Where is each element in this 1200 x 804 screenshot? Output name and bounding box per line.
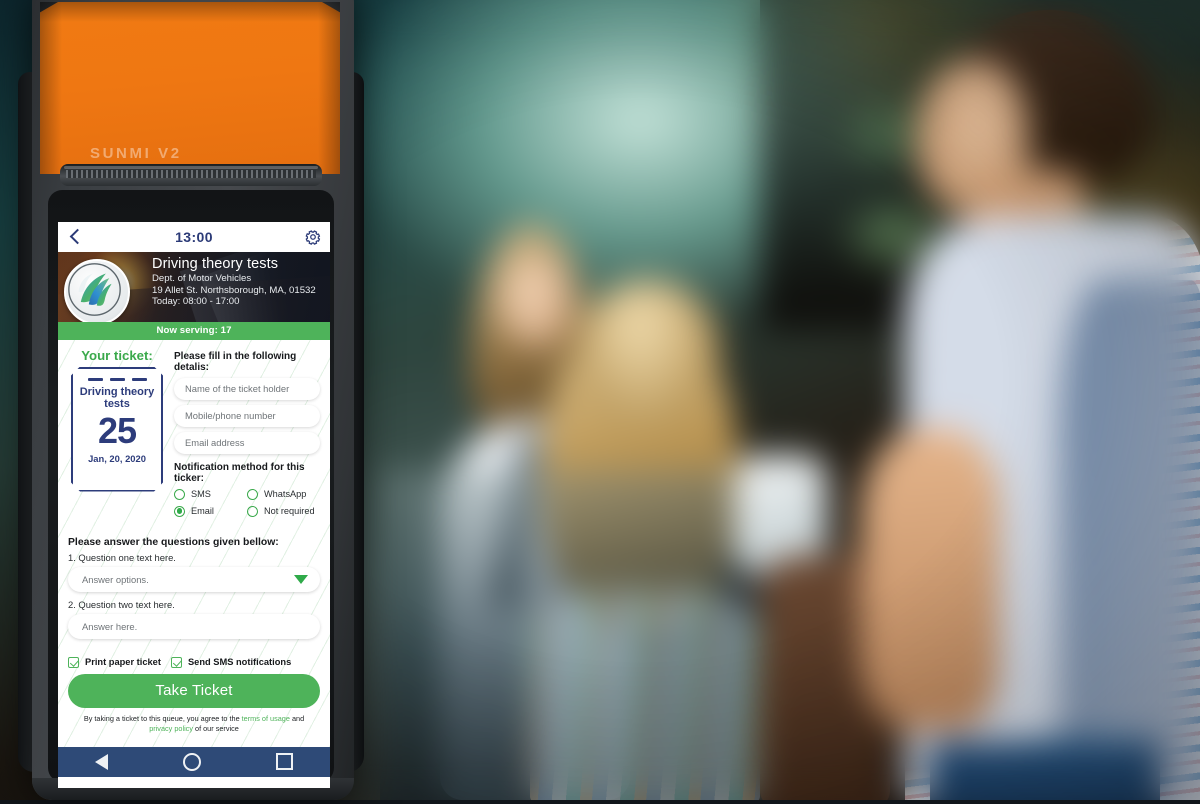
- ticket-date: Jan, 20, 2020: [88, 453, 146, 465]
- venue-department: Dept. of Motor Vehicles: [152, 273, 252, 284]
- holder-name-input[interactable]: Name of the ticket holder: [174, 377, 320, 400]
- options-checkbox-row: Print paper ticket Send SMS notification…: [68, 656, 320, 668]
- terms-text: By taking a ticket to this queue, you ag…: [68, 714, 320, 735]
- paper-cutter-teeth-icon: [66, 170, 316, 178]
- ticket-card: Driving theory tests 25 Jan, 20, 2020: [71, 366, 163, 492]
- email-input[interactable]: Email address: [174, 431, 320, 454]
- checkbox-send-sms-notifications[interactable]: Send SMS notifications: [170, 656, 292, 668]
- radio-option-sms[interactable]: SMS: [174, 488, 247, 500]
- device-screen: 13:00 Driving theory tests Dept. of Moto…: [58, 222, 330, 788]
- globe-swirl-logo: [64, 259, 130, 322]
- paper-slot-highlight: [64, 166, 318, 169]
- ticket-dashes-icon: [87, 377, 147, 382]
- circle-home-icon[interactable]: [182, 752, 201, 771]
- printer-lid-right-shade: [318, 2, 340, 174]
- gear-icon[interactable]: [305, 229, 321, 245]
- checkbox-print-paper-ticket[interactable]: Print paper ticket: [68, 656, 161, 668]
- radio-option-whatsapp[interactable]: WhatsApp: [247, 488, 320, 500]
- terms-mid: and: [289, 713, 305, 723]
- ticket-and-details-row: Your ticket: Driving theory tests 25 Jan…: [68, 346, 320, 523]
- radio-dot-icon: [174, 488, 185, 500]
- venue-info: Driving theory tests Dept. of Motor Vehi…: [152, 256, 326, 308]
- radio-option-email[interactable]: Email: [174, 505, 247, 517]
- chevron-left-icon[interactable]: [67, 229, 83, 245]
- checkbox-checked-icon: [68, 656, 79, 668]
- venue-address: 19 Allet St. Northsborough, MA, 01532: [152, 284, 316, 296]
- printer-lid-left-shade: [40, 2, 62, 174]
- radio-dot-icon: [247, 505, 258, 517]
- clock-label: 13:00: [175, 229, 213, 245]
- checkbox-label: Print paper ticket: [85, 657, 161, 667]
- notification-heading: Notification method for this ticker:: [174, 461, 305, 484]
- caret-down-icon: [294, 574, 308, 584]
- ticket-service-name: Driving theory tests: [79, 386, 155, 411]
- checkbox-checked-icon: [170, 656, 182, 668]
- question-two-input[interactable]: Answer here.: [68, 613, 320, 639]
- details-heading: Please fill in the following detalis:: [174, 350, 297, 373]
- radio-dot-selected-icon: [174, 505, 185, 517]
- form-body: Your ticket: Driving theory tests 25 Jan…: [58, 339, 330, 747]
- take-ticket-button[interactable]: Take Ticket: [68, 673, 320, 708]
- phone-input[interactable]: Mobile/phone number: [174, 404, 320, 427]
- venue-hours: Today: 08:00 - 17:00: [152, 296, 240, 308]
- question-two-value: Answer here.: [82, 620, 138, 632]
- terms-post: of our service: [192, 723, 239, 733]
- checkbox-label: Send SMS notifications: [187, 657, 292, 667]
- radio-dot-icon: [247, 488, 258, 500]
- question-one-dropdown[interactable]: Answer options.: [68, 566, 320, 592]
- venue-title: Driving theory tests: [152, 256, 279, 272]
- square-recents-icon[interactable]: [275, 753, 293, 770]
- radio-label: Not required: [264, 506, 315, 516]
- radio-label: SMS: [191, 489, 211, 499]
- question-two-label: 2. Question two text here.: [68, 598, 175, 610]
- sunmi-v2-device: SUNMI V2 13:00 Driving theory tests Dept…: [18, 0, 366, 804]
- radio-option-not-required[interactable]: Not required: [247, 505, 320, 517]
- your-ticket-heading: Your ticket:: [81, 347, 153, 363]
- terms-of-usage-link[interactable]: terms of usage: [242, 714, 290, 723]
- privacy-policy-link[interactable]: privacy policy: [149, 724, 193, 733]
- printer-lid-top-shade: [40, 2, 340, 22]
- radio-label: Email: [191, 506, 214, 516]
- triangle-back-icon[interactable]: [95, 753, 109, 770]
- android-navigation-bar: [58, 746, 330, 777]
- device-brand-label: SUNMI V2: [90, 145, 182, 162]
- details-column: Please fill in the following detalis: Na…: [174, 346, 320, 523]
- venue-hero: Driving theory tests Dept. of Motor Vehi…: [58, 252, 330, 322]
- radio-label: WhatsApp: [264, 489, 307, 499]
- app-status-bar: 13:00: [58, 222, 330, 252]
- now-serving-banner: Now serving: 17: [58, 322, 330, 340]
- question-one-value: Answer options.: [82, 573, 149, 585]
- ticket-column: Your ticket: Driving theory tests 25 Jan…: [68, 346, 166, 523]
- ticket-number: 25: [97, 410, 137, 452]
- questions-heading: Please answer the questions given bellow…: [68, 536, 279, 548]
- terms-pre: By taking a ticket to this queue, you ag…: [83, 713, 242, 723]
- question-one-label: 1. Question one text here.: [68, 551, 176, 563]
- printer-lid[interactable]: [40, 2, 340, 174]
- notification-radio-group: SMS WhatsApp Email Not required: [174, 488, 320, 523]
